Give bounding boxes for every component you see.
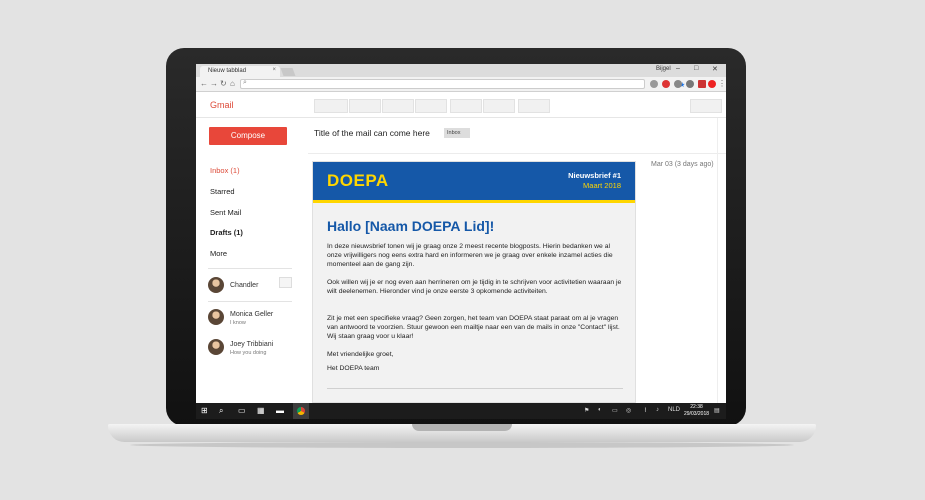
contact-status: How you doing	[230, 350, 267, 356]
mail-date: Mar 03 (3 days ago)	[651, 161, 714, 168]
address-bar[interactable]: ⌕ ★	[240, 79, 685, 89]
newsletter-divider	[327, 388, 623, 389]
clock-time: 22:38	[690, 404, 703, 410]
chrome-icon	[297, 407, 305, 415]
avatar	[208, 277, 224, 293]
calendar-icon[interactable]: ▦	[257, 406, 265, 415]
browser-toolbar: ← → ↻ ⌂ ⌕ ★ ⋮	[196, 77, 726, 92]
contact-name: Chandler	[230, 282, 259, 289]
toolbar-button-labels[interactable]	[483, 99, 515, 113]
network-icon[interactable]: ⌇	[644, 407, 647, 414]
task-view-icon[interactable]: ▭	[238, 406, 246, 415]
windows-taskbar: ⊞ ⌕ ▭ ▦ ▬ ⚑ ◐ ▭ ◎ ⌇ ♪ NLD 22:38 29/03/20…	[196, 403, 726, 419]
newsletter-paragraph: In deze nieuwsbrief tonen wij je graag o…	[327, 243, 613, 268]
search-icon[interactable]: ⌕	[219, 406, 223, 416]
avatar	[208, 339, 224, 355]
home-icon[interactable]: ⌂	[230, 79, 235, 88]
file-explorer-icon[interactable]: ▬	[276, 406, 284, 415]
newsletter-body: DOEPA Nieuwsbrief #1 Maart 2018 Hallo [N…	[312, 161, 636, 403]
scrollbar[interactable]	[717, 118, 726, 403]
toolbar-button-spam[interactable]	[382, 99, 414, 113]
search-icon: ⌕	[243, 79, 247, 86]
volume-icon[interactable]: ♪	[656, 407, 659, 413]
sidebar-divider	[208, 268, 292, 269]
subject-divider	[308, 153, 726, 154]
forward-icon[interactable]: →	[210, 79, 218, 88]
toolbar-button-back[interactable]	[314, 99, 348, 113]
toolbar-button-settings[interactable]	[690, 99, 722, 113]
taskbar-clock[interactable]: 22:38 29/03/2018	[684, 404, 709, 418]
extension-icon[interactable]	[674, 80, 682, 88]
tray-icon[interactable]: ◎	[626, 407, 631, 414]
compose-button[interactable]: Compose	[209, 127, 287, 145]
browser-tab[interactable]: Nieuw tabblad ×	[200, 66, 280, 77]
avatar	[208, 309, 224, 325]
menu-kebab-icon[interactable]: ⋮	[718, 79, 726, 88]
newsletter-greeting: Hallo [Naam DOEPA Lid]!	[327, 218, 495, 234]
language-indicator[interactable]: NLD	[668, 407, 680, 413]
newsletter-paragraph: Ook willen wij je er nog even aan herrin…	[327, 279, 622, 295]
close-icon[interactable]: ✕	[712, 65, 718, 73]
extension-red-icon[interactable]	[698, 80, 706, 88]
newsletter-month: Maart 2018	[583, 181, 621, 190]
taskbar-chrome[interactable]	[293, 403, 309, 419]
nav-sent-mail[interactable]: Sent Mail	[210, 208, 241, 217]
newsletter-paragraph: Zit je met een specifieke vraag? Geen zo…	[327, 315, 620, 340]
laptop-notch	[412, 424, 512, 431]
nav-starred[interactable]: Starred	[210, 187, 235, 196]
notifications-icon[interactable]: ▤	[714, 407, 720, 414]
tab-title: Nieuw tabblad	[208, 68, 247, 74]
opera-icon[interactable]	[708, 80, 716, 88]
people-icon[interactable]: ⚑	[584, 407, 589, 414]
translate-icon[interactable]	[686, 80, 694, 88]
nav-drafts[interactable]: Drafts (1)	[210, 228, 243, 237]
new-tab-button[interactable]	[280, 68, 296, 76]
chat-toggle-button[interactable]	[279, 277, 292, 288]
contact-name: Joey Tribbiani	[230, 341, 274, 348]
doepa-logo: DOEPA	[327, 171, 389, 190]
tab-close-icon[interactable]: ×	[272, 67, 276, 73]
laptop-shadow	[130, 442, 794, 448]
newsletter-signoff: Met vriendelijke groet,	[327, 351, 394, 358]
maximize-icon[interactable]: □	[694, 65, 698, 72]
toolbar-button-more[interactable]	[518, 99, 550, 113]
cast-icon[interactable]	[650, 80, 658, 88]
windows-start-icon[interactable]: ⊞	[201, 406, 208, 415]
newsletter-signature: Het DOEPA team	[327, 365, 380, 372]
reload-icon[interactable]: ↻	[220, 79, 227, 88]
gmail-header: Gmail	[196, 92, 726, 118]
nav-more[interactable]: More	[210, 249, 227, 258]
newsletter-header: DOEPA Nieuwsbrief #1 Maart 2018	[313, 162, 635, 200]
mail-subject: Title of the mail can come here	[314, 128, 430, 138]
clock-date: 29/03/2018	[684, 411, 710, 417]
header-accent-bar	[313, 200, 635, 203]
contact-name: Monica Geller	[230, 311, 274, 318]
newsletter-issue: Nieuwsbrief #1	[568, 171, 621, 180]
inbox-label-badge[interactable]: Inbox	[444, 128, 470, 138]
tray-icon[interactable]: ▭	[612, 407, 618, 414]
minimize-icon[interactable]: –	[676, 65, 680, 72]
nav-inbox[interactable]: Inbox (1)	[210, 166, 240, 175]
mail-view: Title of the mail can come here Inbox Ma…	[308, 118, 726, 403]
gmail-sidebar: Compose Inbox (1) Starred Sent Mail Draf…	[196, 118, 308, 403]
tray-icon[interactable]: ◐	[598, 407, 602, 413]
browser-user[interactable]: Bijgel	[656, 66, 671, 72]
toolbar-button-delete[interactable]	[415, 99, 447, 113]
toolbar-button-archive[interactable]	[349, 99, 381, 113]
toolbar-button-move[interactable]	[450, 99, 482, 113]
contact-status: I know	[230, 320, 246, 326]
sidebar-divider	[208, 301, 292, 302]
back-icon[interactable]: ←	[200, 79, 208, 88]
browser-tab-bar: Nieuw tabblad × Bijgel – □ ✕	[196, 64, 726, 77]
laptop-screen: Nieuw tabblad × Bijgel – □ ✕ ← → ↻ ⌂ ⌕ ★…	[196, 64, 726, 419]
pinterest-icon[interactable]	[662, 80, 670, 88]
gmail-logo[interactable]: Gmail	[210, 100, 234, 110]
